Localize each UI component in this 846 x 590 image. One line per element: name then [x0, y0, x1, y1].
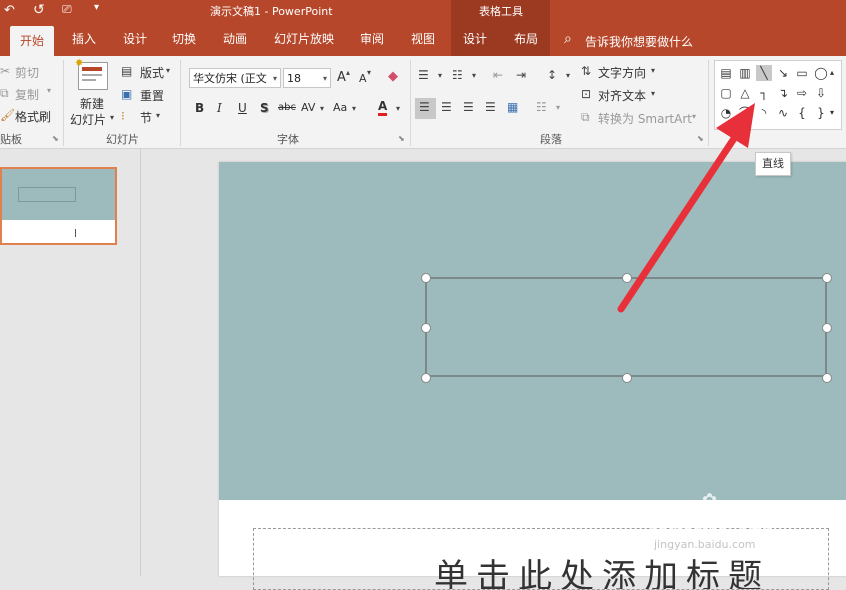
watermark-brand: Baidu经验	[650, 510, 775, 538]
watermark: ✿ Baidu经验 jingyan.baidu.com	[650, 490, 810, 560]
watermark-url: jingyan.baidu.com	[654, 538, 756, 551]
